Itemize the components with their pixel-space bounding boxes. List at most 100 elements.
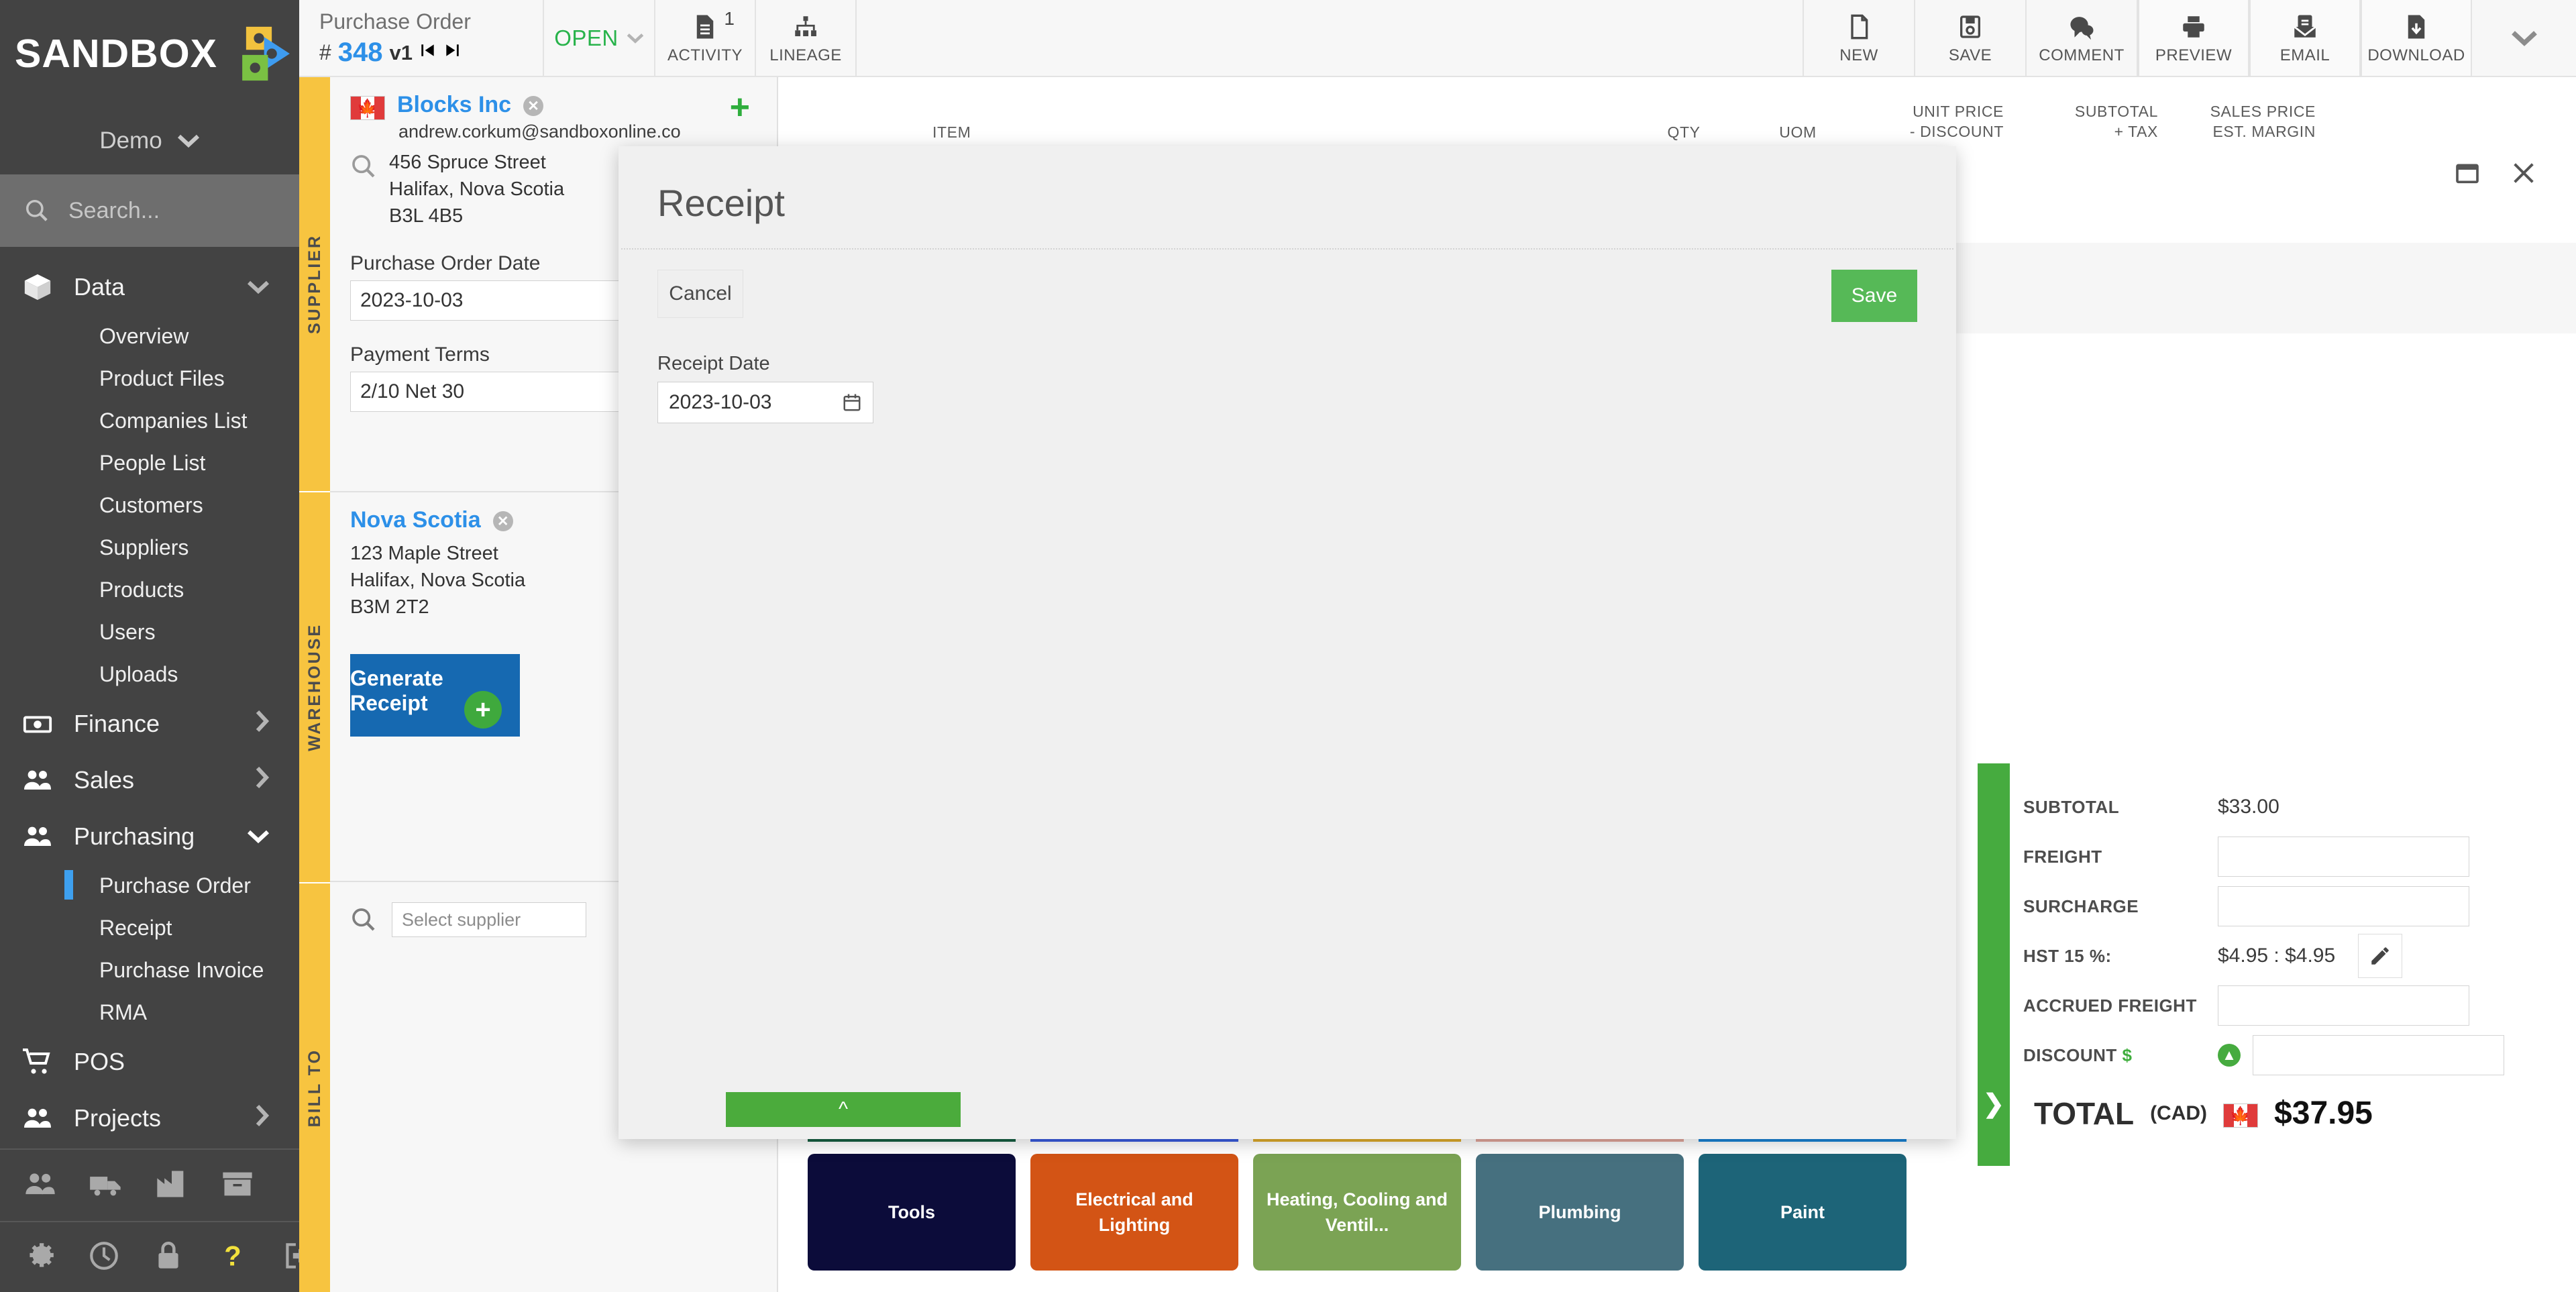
search-icon[interactable] [350, 153, 377, 180]
totals-collapse-strip[interactable]: ❯ [1978, 763, 2010, 1166]
sidebar-item-overview[interactable]: Overview [0, 315, 299, 358]
col-sales-price: SALES PRICE EST. MARGIN [2170, 101, 2328, 142]
select-supplier-input[interactable]: Select supplier [392, 902, 586, 937]
freight-input[interactable] [2218, 837, 2469, 877]
sidebar-group-finance[interactable]: Finance [0, 696, 299, 752]
sidebar-group-sales[interactable]: Sales [0, 752, 299, 808]
lineage-button[interactable]: LINEAGE [756, 0, 857, 76]
cart-icon [20, 1044, 55, 1079]
col-sales-price-label: SALES PRICE [2210, 103, 2316, 120]
status-dropdown[interactable]: OPEN [544, 0, 655, 76]
lock-icon[interactable] [152, 1239, 185, 1276]
po-date-value: 2023-10-03 [360, 289, 464, 311]
warehouse-name[interactable]: Nova Scotia [350, 507, 481, 533]
save-button[interactable]: SAVE [1915, 0, 2027, 76]
dollar-sign-icon[interactable]: $ [2123, 1045, 2133, 1065]
category-tile-heating-cooling-ventilation[interactable]: Heating, Cooling and Ventil... [1253, 1154, 1461, 1271]
discount-input[interactable] [2253, 1035, 2504, 1075]
sidebar-item-product-files[interactable]: Product Files [0, 358, 299, 400]
arrow-up-icon[interactable]: ▲ [2218, 1044, 2241, 1067]
calendar-icon[interactable] [842, 392, 862, 413]
add-supplier-icon[interactable]: + [730, 90, 750, 125]
sidebar-item-purchase-invoice[interactable]: Purchase Invoice [0, 949, 299, 991]
category-tiles-front-layer: Tools Electrical and Lighting Heating, C… [808, 1154, 1907, 1271]
sidebar-item-customers[interactable]: Customers [0, 484, 299, 527]
activity-button[interactable]: 1 ACTIVITY [655, 0, 756, 76]
factory-icon[interactable] [154, 1167, 189, 1205]
collapse-panel-bar[interactable]: ^ [726, 1092, 961, 1127]
section-tab-supplier[interactable]: SUPPLIER [299, 77, 330, 491]
search-input[interactable]: Search... [0, 174, 299, 247]
accrued-freight-input[interactable] [2218, 985, 2469, 1026]
sidebar-group-projects[interactable]: Projects [0, 1090, 299, 1146]
sidebar-bottom: ? [0, 1148, 306, 1292]
document-type: Purchase Order [319, 9, 471, 34]
category-tile-tools[interactable]: Tools [808, 1154, 1016, 1271]
supplier-email: andrew.corkum@sandboxonline.co [398, 121, 681, 142]
sidebar-item-label: Products [99, 578, 184, 602]
remove-warehouse-icon[interactable]: ✕ [492, 511, 513, 531]
toolbar-more-button[interactable] [2472, 0, 2576, 76]
email-button[interactable]: EMAIL [2249, 0, 2361, 76]
generate-receipt-button[interactable]: Generate Receipt + [350, 654, 520, 737]
sidebar-item-rma[interactable]: RMA [0, 991, 299, 1034]
archive-icon[interactable] [220, 1167, 255, 1205]
sidebar-item-label: Suppliers [99, 535, 189, 559]
people-icon[interactable] [23, 1167, 58, 1205]
sidebar-item-people-list[interactable]: People List [0, 442, 299, 484]
sidebar-item-companies-list[interactable]: Companies List [0, 400, 299, 442]
section-tab-billto[interactable]: BILL TO [299, 883, 330, 1292]
org-switcher[interactable]: Demo [0, 107, 299, 174]
totals-panel: ❯ SUBTOTAL $33.00 FREIGHT SURCHARGE HST … [1978, 763, 2576, 1166]
sidebar-item-products[interactable]: Products [0, 569, 299, 611]
edit-tax-button[interactable] [2358, 934, 2403, 978]
download-button[interactable]: DOWNLOAD [2361, 0, 2472, 76]
sidebar-item-receipt[interactable]: Receipt [0, 907, 299, 949]
sidebar-item-users[interactable]: Users [0, 611, 299, 653]
gear-icon[interactable] [23, 1239, 56, 1276]
comment-button[interactable]: COMMENT [2027, 0, 2138, 76]
sidebar-item-label: Companies List [99, 409, 248, 433]
receipt-modal-body: Cancel Save Receipt Date 2023-10-03 [619, 250, 1956, 423]
cancel-button[interactable]: Cancel [657, 270, 743, 318]
section-tab-warehouse[interactable]: WAREHOUSE [299, 492, 330, 882]
sidebar-group-pos[interactable]: POS [0, 1034, 299, 1090]
supplier-name[interactable]: Blocks Inc [397, 92, 511, 118]
preview-button[interactable]: PREVIEW [2138, 0, 2249, 76]
sidebar-quick-icons-row1 [0, 1150, 299, 1221]
preview-label: PREVIEW [2155, 46, 2233, 64]
maximize-button[interactable] [2453, 160, 2482, 190]
sidebar-group-inventory[interactable]: Inventory [0, 1146, 299, 1148]
brand-logo[interactable]: SANDBOX [0, 0, 299, 107]
sidebar-item-uploads[interactable]: Uploads [0, 653, 299, 696]
close-icon [2514, 163, 2534, 183]
search-icon[interactable] [350, 906, 377, 933]
chevron-right-icon [255, 766, 270, 795]
new-button[interactable]: NEW [1804, 0, 1915, 76]
help-icon[interactable]: ? [216, 1239, 250, 1276]
close-button[interactable] [2509, 160, 2538, 190]
sidebar-group-purchasing[interactable]: Purchasing [0, 808, 299, 865]
document-number[interactable]: 348 [338, 38, 383, 68]
category-tile-plumbing[interactable]: Plumbing [1476, 1154, 1684, 1271]
category-tile-electrical-and-lighting[interactable]: Electrical and Lighting [1030, 1154, 1238, 1271]
receipt-date-input[interactable]: 2023-10-03 [657, 382, 873, 423]
save-button[interactable]: Save [1831, 270, 1917, 322]
brand-name: SANDBOX [14, 32, 218, 76]
col-uom: UOM [1779, 123, 1817, 141]
surcharge-input[interactable] [2218, 886, 2469, 926]
category-tile-paint[interactable]: Paint [1699, 1154, 1907, 1271]
col-item: ITEM [932, 123, 971, 141]
truck-icon[interactable] [89, 1167, 123, 1205]
sidebar-group-data[interactable]: Data [0, 259, 299, 315]
document-lines-icon [696, 15, 714, 38]
lineage-label: LINEAGE [769, 46, 842, 64]
totals-list: SUBTOTAL $33.00 FREIGHT SURCHARGE HST 15… [2010, 763, 2576, 1166]
remove-supplier-icon[interactable]: ✕ [523, 96, 544, 116]
sidebar-item-suppliers[interactable]: Suppliers [0, 527, 299, 569]
next-record-icon[interactable] [443, 42, 461, 64]
money-icon [20, 706, 55, 741]
sidebar-item-purchase-order[interactable]: Purchase Order [0, 865, 299, 907]
clock-icon[interactable] [87, 1239, 121, 1276]
previous-record-icon[interactable] [419, 42, 437, 64]
